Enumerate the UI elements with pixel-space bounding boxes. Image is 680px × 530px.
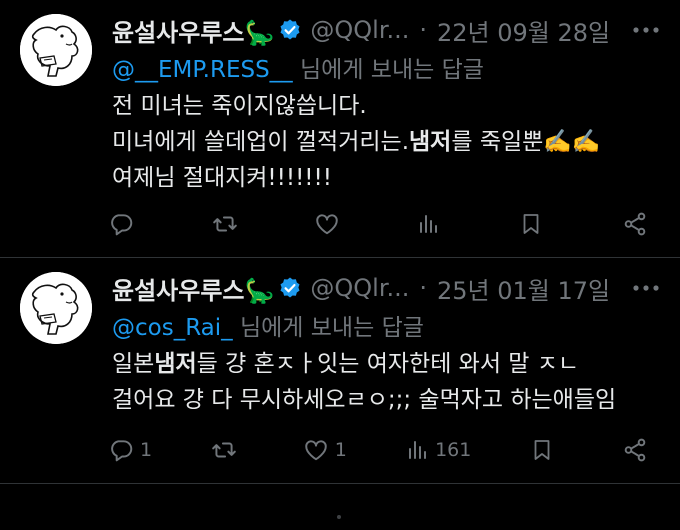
- share-button[interactable]: [622, 437, 656, 463]
- share-icon: [624, 212, 646, 236]
- dinosaur-sketch-icon: [20, 14, 92, 86]
- bold-text-segment: 냄저: [154, 351, 197, 377]
- dinosaur-sketch-icon: [20, 272, 92, 344]
- reply-button[interactable]: [108, 211, 142, 237]
- tweet[interactable]: 윤설사우루스🦕 @QQlr... · 25년 01월 17일 @cos_Rai_…: [0, 258, 680, 484]
- avatar[interactable]: [20, 272, 92, 344]
- verified-badge-icon[interactable]: [278, 276, 302, 300]
- tweet-text-line: 미녀에게 쓸데업이 껄적거리는.냄저를 죽일뿐✍️✍️: [112, 124, 601, 160]
- bookmark-icon: [523, 214, 539, 234]
- tweet-text-line: 전 미녀는 죽이지않씁니다.: [112, 88, 601, 124]
- handle[interactable]: @QQlr...: [310, 274, 409, 302]
- tweet-text-line: 여제님 절대지켜!!!!!!!: [112, 160, 601, 196]
- tweet-text-line: 걸어요 걍 다 무시하세오ㄹㅇ;;; 술먹자고 하는애들임: [112, 382, 616, 418]
- more-options-button[interactable]: [630, 16, 662, 44]
- reply-count: 1: [140, 439, 153, 461]
- reply-context: @__EMP.RESS__ 님에게 보내는 답글: [112, 50, 484, 84]
- reply-suffix: 님에게 보내는 답글: [232, 315, 424, 341]
- more-options-button[interactable]: [630, 274, 662, 302]
- timestamp[interactable]: 25년 01월 17일: [437, 271, 610, 306]
- reply-context: @cos_Rai_ 님에게 보내는 답글: [112, 308, 424, 342]
- text-segment: 미녀에게 쓸데업이 껄적거리는.: [112, 129, 410, 155]
- text-segment: 를 죽일뿐✍️✍️: [451, 129, 601, 155]
- text-segment: 일본: [112, 351, 155, 377]
- reply-icon: [111, 214, 133, 236]
- text-segment: 걸어요 걍 다 무시하세오ㄹㅇ;;; 술먹자고 하는애들임: [112, 387, 617, 413]
- handle[interactable]: @QQlr...: [310, 16, 409, 44]
- separator-dot: ·: [419, 16, 428, 44]
- avatar[interactable]: [20, 14, 92, 86]
- views-count: 161: [435, 439, 472, 461]
- reply-mention-link[interactable]: @__EMP.RESS__: [112, 57, 293, 83]
- like-button[interactable]: 1: [303, 437, 347, 463]
- retweet-icon: [212, 442, 237, 458]
- text-segment: 전 미녀는 죽이지않씁니다.: [112, 93, 367, 119]
- action-bar: 1 1 161: [108, 432, 656, 468]
- share-button[interactable]: [622, 211, 656, 237]
- text-segment: 여제님 절대지켜!!!!!!!: [112, 165, 332, 191]
- text-segment: 들 걍 혼ㅈㅏ잇는 여자한테 와서 말 ㅈㄴ: [196, 351, 580, 377]
- views-icon: [409, 441, 427, 459]
- action-bar: [108, 206, 656, 242]
- bookmark-button[interactable]: [530, 437, 564, 463]
- reply-button[interactable]: 1: [108, 437, 152, 463]
- retweet-button[interactable]: [210, 437, 244, 463]
- reply-mention-link[interactable]: @cos_Rai_: [112, 315, 233, 341]
- share-icon: [624, 438, 646, 462]
- bookmark-button[interactable]: [519, 211, 553, 237]
- display-name[interactable]: 윤설사우루스🦕: [112, 13, 274, 48]
- bookmark-icon: [534, 440, 550, 460]
- display-name[interactable]: 윤설사우루스🦕: [112, 271, 274, 306]
- loading-indicator-dot: [337, 515, 341, 519]
- more-icon: [633, 27, 659, 33]
- tweet-header: 윤설사우루스🦕 @QQlr... · 22년 09월 28일: [112, 12, 610, 48]
- retweet-icon: [212, 216, 237, 232]
- views-button[interactable]: [416, 211, 450, 237]
- tweet-text: 일본냄저들 걍 혼ㅈㅏ잇는 여자한테 와서 말 ㅈㄴ 걸어요 걍 다 무시하세오…: [112, 346, 616, 418]
- like-icon: [304, 440, 327, 461]
- like-icon: [315, 214, 338, 235]
- separator-dot: ·: [419, 274, 428, 302]
- reply-suffix: 님에게 보내는 답글: [292, 57, 484, 83]
- bold-text-segment: 냄저: [409, 129, 452, 155]
- tweet-header: 윤설사우루스🦕 @QQlr... · 25년 01월 17일: [112, 270, 610, 306]
- like-count: 1: [334, 439, 347, 461]
- verified-badge-icon[interactable]: [278, 18, 302, 42]
- views-button[interactable]: 161: [405, 437, 471, 463]
- timestamp[interactable]: 22년 09월 28일: [437, 13, 610, 48]
- tweet-text: 전 미녀는 죽이지않씁니다. 미녀에게 쓸데업이 껄적거리는.냄저를 죽일뿐✍️…: [112, 88, 601, 196]
- tweet[interactable]: 윤설사우루스🦕 @QQlr... · 22년 09월 28일 @__EMP.RE…: [0, 0, 680, 258]
- retweet-button[interactable]: [211, 211, 245, 237]
- views-icon: [420, 215, 438, 233]
- reply-icon: [111, 440, 133, 462]
- like-button[interactable]: [314, 211, 348, 237]
- more-icon: [633, 285, 659, 291]
- tweet-text-line: 일본냄저들 걍 혼ㅈㅏ잇는 여자한테 와서 말 ㅈㄴ: [112, 346, 616, 382]
